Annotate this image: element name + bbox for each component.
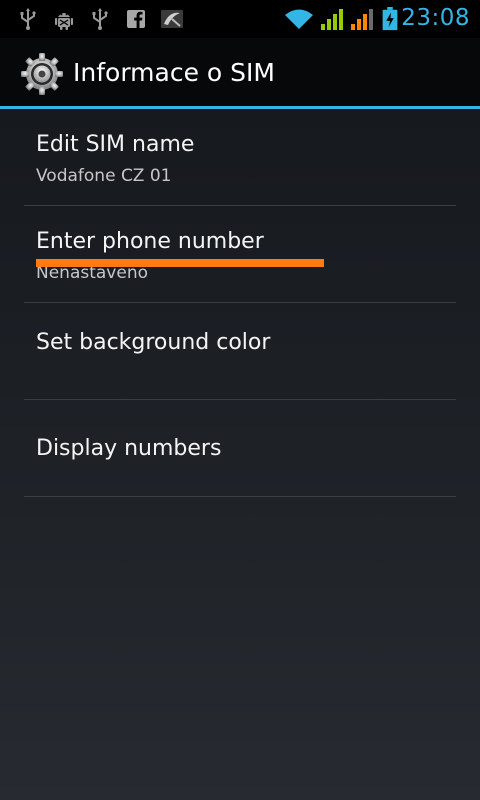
status-bar: 23:08 xyxy=(0,0,480,38)
signal-roaming-icon xyxy=(351,9,373,30)
divider xyxy=(24,496,456,497)
pref-edit-sim-name[interactable]: Edit SIM name Vodafone CZ 01 xyxy=(0,109,480,206)
preference-list: Edit SIM name Vodafone CZ 01 Enter phone… xyxy=(0,109,480,497)
sim-color-swatch xyxy=(36,259,324,267)
screen: 23:08 Informace o SIM Edit SIM name Voda… xyxy=(0,0,480,800)
pref-title: Display numbers xyxy=(36,436,222,461)
pref-title: Set background color xyxy=(36,330,271,355)
signal-icon xyxy=(321,9,343,30)
settings-gear-icon[interactable] xyxy=(20,52,64,96)
facebook-icon xyxy=(127,10,145,29)
pref-summary: Vodafone CZ 01 xyxy=(36,166,172,186)
action-bar: Informace o SIM xyxy=(0,38,480,109)
usb-icon xyxy=(92,8,108,30)
android-debug-icon xyxy=(55,13,73,30)
clock: 23:08 xyxy=(401,5,470,31)
pref-enter-phone-number[interactable]: Enter phone number Nenastaveno xyxy=(0,206,480,303)
wifi-icon xyxy=(285,9,313,29)
page-title: Informace o SIM xyxy=(73,58,275,87)
pref-display-numbers[interactable]: Display numbers xyxy=(0,400,480,497)
pref-title: Enter phone number xyxy=(36,229,264,254)
usb-icon xyxy=(20,8,36,30)
pref-set-background-color[interactable]: Set background color xyxy=(0,303,480,400)
app-notification-icon xyxy=(161,10,183,28)
battery-charging-icon xyxy=(382,7,398,31)
pref-title: Edit SIM name xyxy=(36,132,195,157)
